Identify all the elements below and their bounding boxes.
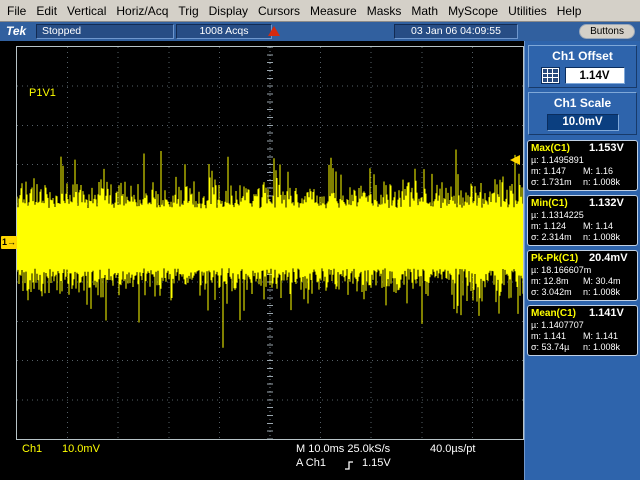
datetime-display: 03 Jan 06 04:09:55 bbox=[394, 24, 518, 39]
measurement-max-stat: M: 1.141 bbox=[583, 331, 619, 341]
measurement-value: 1.132V bbox=[589, 197, 624, 209]
measurement-mean-stat: µ: 1.1407707 bbox=[531, 320, 584, 330]
trigger-slope-icon bbox=[344, 458, 355, 476]
measurement-value: 20.4mV bbox=[589, 252, 628, 264]
menu-item-display[interactable]: Display bbox=[204, 1, 253, 21]
trigger-level-arrow-icon[interactable] bbox=[510, 155, 520, 165]
menu-item-cursors[interactable]: Cursors bbox=[253, 1, 305, 21]
readout-horizontal: M 10.0ms 25.0kS/s bbox=[296, 443, 391, 455]
keypad-icon[interactable] bbox=[540, 67, 560, 84]
measurement-name: Min(C1) bbox=[531, 198, 568, 209]
measurement-sigma-stat: σ: 53.74µ bbox=[531, 342, 570, 352]
measurement-count-stat: n: 1.008k bbox=[583, 342, 621, 352]
status-bar: Tek Stopped 1008 Acqs 03 Jan 06 04:09:55… bbox=[0, 22, 640, 41]
tek-logo: Tek bbox=[6, 24, 27, 38]
trigger-position-icon bbox=[268, 26, 280, 36]
measurement-min-stat: m: 1.124 bbox=[531, 221, 567, 231]
measurement-min-stat: m: 1.147 bbox=[531, 166, 567, 176]
measurements-panel: Max(C1) 1.153V µ: 1.1495891 m: 1.147 M: … bbox=[527, 140, 638, 356]
menu-item-horizacq[interactable]: Horiz/Acq bbox=[111, 1, 173, 21]
ch1-scale-title: Ch1 Scale bbox=[553, 96, 612, 110]
measurement-mean-stat: µ: 1.1495891 bbox=[531, 155, 584, 165]
menu-item-measure[interactable]: Measure bbox=[305, 1, 362, 21]
menu-item-masks[interactable]: Masks bbox=[362, 1, 407, 21]
menu-item-utilities[interactable]: Utilities bbox=[503, 1, 552, 21]
measurement-mean-stat: µ: 1.1314225 bbox=[531, 210, 584, 220]
waveform-label-p1v1: P1V1 bbox=[29, 87, 56, 99]
measurement-count-stat: n: 1.008k bbox=[583, 232, 621, 242]
readout-sample-rate: 40.0µs/pt bbox=[430, 443, 476, 455]
measurement-box: Max(C1) 1.153V µ: 1.1495891 m: 1.147 M: … bbox=[527, 140, 638, 191]
channel-1-marker[interactable]: 1→ bbox=[1, 236, 18, 249]
ch1-offset-group: Ch1 Offset bbox=[528, 45, 637, 88]
acquisition-status: Stopped bbox=[36, 24, 174, 39]
menu-item-vertical[interactable]: Vertical bbox=[62, 1, 111, 21]
ch1-scale-value[interactable]: 10.0mV bbox=[546, 114, 619, 131]
graticule: P1V1 bbox=[16, 46, 524, 440]
readout-trigger-level: 1.15V bbox=[362, 457, 391, 469]
menu-item-help[interactable]: Help bbox=[552, 1, 587, 21]
readout-channel: Ch1 bbox=[22, 443, 43, 455]
measurement-box: Mean(C1) 1.141V µ: 1.1407707 m: 1.141 M:… bbox=[527, 305, 638, 356]
scope-display: P1V1 1→ Ch1 10.0mV M 10.0ms 25.0kS/s 40.… bbox=[0, 41, 524, 472]
buttons-button[interactable]: Buttons bbox=[579, 24, 635, 39]
measurement-name: Max(C1) bbox=[531, 143, 570, 154]
measurement-min-stat: m: 12.8m bbox=[531, 276, 569, 286]
measurement-count-stat: n: 1.008k bbox=[583, 287, 621, 297]
readout-vertical-scale: 10.0mV bbox=[62, 443, 100, 455]
menu-item-myscope[interactable]: MyScope bbox=[443, 1, 503, 21]
measurement-box: Pk-Pk(C1) 20.4mV µ: 18.166607m m: 12.8m … bbox=[527, 250, 638, 301]
measurement-value: 1.141V bbox=[589, 307, 624, 319]
measurement-sigma-stat: σ: 3.042m bbox=[531, 287, 572, 297]
ch1-offset-input[interactable] bbox=[564, 67, 625, 84]
measurement-sigma-stat: σ: 2.314m bbox=[531, 232, 572, 242]
ch1-scale-group: Ch1 Scale 10.0mV bbox=[528, 92, 637, 135]
measurement-mean-stat: µ: 18.166607m bbox=[531, 265, 592, 275]
measurement-name: Pk-Pk(C1) bbox=[531, 253, 579, 264]
menu-item-trig[interactable]: Trig bbox=[173, 1, 203, 21]
measurement-value: 1.153V bbox=[589, 142, 624, 154]
control-panel: Ch1 Offset Ch1 Scale 10.0mV Max(C1) 1.15… bbox=[524, 41, 640, 480]
measurement-box: Min(C1) 1.132V µ: 1.1314225 m: 1.124 M: … bbox=[527, 195, 638, 246]
ch1-offset-title: Ch1 Offset bbox=[552, 49, 613, 63]
menu-item-edit[interactable]: Edit bbox=[31, 1, 62, 21]
measurement-sigma-stat: σ: 1.731m bbox=[531, 177, 572, 187]
measurement-min-stat: m: 1.141 bbox=[531, 331, 567, 341]
menu-bar: File Edit Vertical Horiz/Acq Trig Display Curs… bbox=[0, 0, 640, 22]
menu-item-file[interactable]: File bbox=[2, 1, 31, 21]
oscilloscope-app: File Edit Vertical Horiz/Acq Trig Display Curs… bbox=[0, 0, 640, 480]
measurement-max-stat: M: 1.14 bbox=[583, 221, 614, 231]
waveform-and-grid-svg bbox=[17, 47, 523, 439]
measurement-max-stat: M: 1.16 bbox=[583, 166, 614, 176]
acquisition-count: 1008 Acqs bbox=[176, 24, 272, 39]
measurement-max-stat: M: 30.4m bbox=[583, 276, 621, 286]
readout-trigger-source: A Ch1 bbox=[296, 457, 326, 469]
measurement-name: Mean(C1) bbox=[531, 308, 577, 319]
measurement-count-stat: n: 1.008k bbox=[583, 177, 621, 187]
menu-item-math[interactable]: Math bbox=[406, 1, 443, 21]
